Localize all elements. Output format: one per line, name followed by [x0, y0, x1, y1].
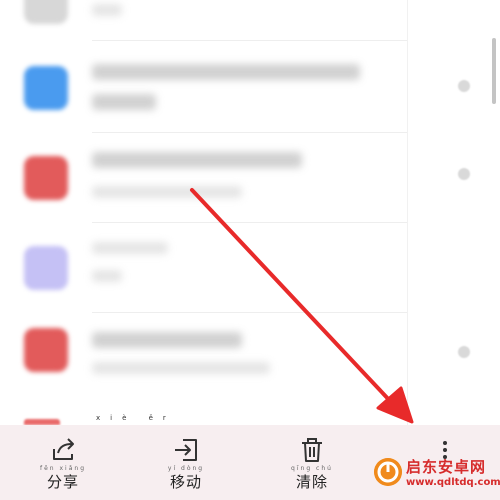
- pinyin-annotation: fēn xiǎng: [39, 465, 87, 472]
- pinyin-annotation: qīng chú: [291, 465, 333, 472]
- blurred-text: [92, 270, 122, 282]
- list-item[interactable]: [0, 222, 500, 312]
- select-radio[interactable]: [458, 168, 470, 180]
- share-button[interactable]: fēn xiǎng 分享: [33, 435, 93, 491]
- blurred-text: [92, 186, 242, 198]
- folder-icon: [24, 66, 68, 110]
- list-item[interactable]: [0, 132, 500, 222]
- move-button[interactable]: yí dòng 移动: [156, 435, 216, 491]
- clear-label: 清除: [295, 473, 328, 491]
- share-icon: [53, 438, 74, 460]
- select-radio[interactable]: [458, 346, 470, 358]
- note-icon: [24, 156, 68, 200]
- select-radio[interactable]: [458, 80, 470, 92]
- share-label: 分享: [46, 473, 79, 491]
- pinyin-annotation: yí dòng: [167, 465, 205, 472]
- move-icon: [175, 439, 197, 461]
- blurred-text: [92, 152, 302, 168]
- trash-icon: [302, 438, 322, 462]
- blurred-text: [92, 4, 122, 16]
- blurred-text: [92, 362, 270, 374]
- list-item[interactable]: [0, 40, 500, 130]
- scrollbar[interactable]: [492, 38, 496, 104]
- move-label: 移动: [169, 473, 202, 491]
- blurred-text: [92, 242, 168, 254]
- watermark-logo-icon: [374, 458, 402, 486]
- blurred-text: [92, 64, 360, 80]
- blurred-text: [92, 332, 242, 348]
- watermark: 启东安卓网 www.qdltdq.com: [370, 452, 500, 498]
- watermark-url: www.qdltdq.com: [406, 477, 500, 488]
- divider: [407, 0, 408, 425]
- clear-button[interactable]: qīng chú 清除: [282, 435, 342, 491]
- list-item[interactable]: [0, 312, 500, 402]
- note-list: xiè ěr: [0, 0, 500, 425]
- partial-label: xiè ěr: [96, 414, 176, 422]
- note-icon: [24, 328, 68, 372]
- watermark-title: 启东安卓网: [406, 458, 487, 476]
- blurred-text: [92, 94, 156, 110]
- note-icon: [24, 246, 68, 290]
- item-icon: [24, 0, 68, 24]
